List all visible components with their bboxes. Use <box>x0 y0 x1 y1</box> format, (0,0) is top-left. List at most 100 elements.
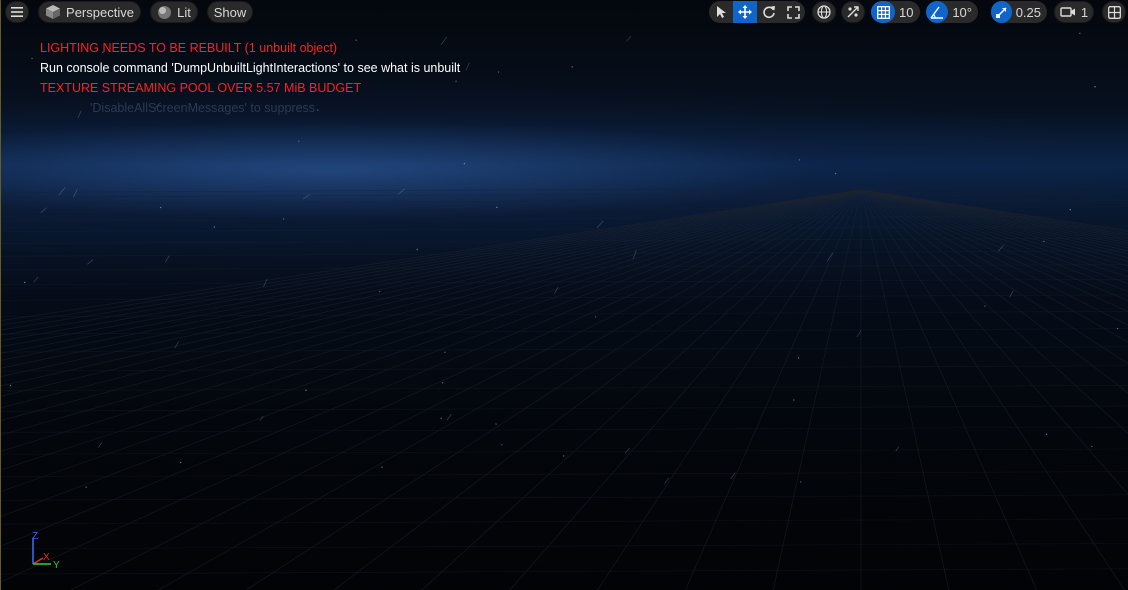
sky-star <box>298 140 300 142</box>
surface-snap-icon <box>847 6 859 18</box>
floor-grid-line <box>1 215 1128 222</box>
floor-grid-line <box>860 189 1128 246</box>
floor-grid-line <box>860 189 1128 236</box>
rotate-mode-button[interactable] <box>757 1 781 23</box>
floor-grid-line <box>1 365 1128 372</box>
sky-star <box>381 466 383 468</box>
sky-star <box>798 159 801 161</box>
floor-grid-line <box>860 189 1128 234</box>
rotation-snap-group[interactable]: 10° <box>926 1 978 23</box>
globe-icon <box>817 5 831 19</box>
scale-snap-toggle[interactable] <box>991 1 1012 23</box>
floor-grid-line <box>1 426 1128 433</box>
lighting-rebuild-warning: LIGHTING NEEDS TO BE REBUILT (1 unbuilt … <box>40 41 338 55</box>
viewport-layout-button[interactable] <box>1102 1 1126 23</box>
floor-grid-line <box>1 568 1128 575</box>
camera-speed-value: 1 <box>1080 4 1089 20</box>
floor-grid-line <box>860 189 1128 343</box>
sky-star <box>355 39 357 41</box>
surface-snapping-button[interactable] <box>841 1 865 23</box>
floor-grid-line <box>860 189 950 590</box>
floor-grid-line <box>860 189 1128 242</box>
floor-grid-line <box>1 448 1128 455</box>
floor-grid-line <box>333 189 862 590</box>
layout-icon <box>1107 5 1121 19</box>
floor-grid-line <box>860 189 1128 394</box>
camera-icon <box>1060 7 1075 17</box>
grid-snap-group[interactable]: 10 <box>871 1 920 23</box>
floor-grid-line <box>860 189 1128 292</box>
sky-star <box>501 444 503 446</box>
sky-star <box>317 109 319 111</box>
sky-star <box>793 399 795 401</box>
sky-streak <box>174 341 179 349</box>
sky-streak <box>397 189 405 195</box>
floor-grid-line <box>1 543 1128 550</box>
floor-grid-line <box>1 328 1128 335</box>
sky-star <box>1043 240 1045 243</box>
console-command-hint: Run console command 'DumpUnbuiltLightInt… <box>40 61 461 75</box>
level-viewport[interactable]: Perspective Lit Show 10 10° 0.25 1 LIGHT… <box>0 0 1128 590</box>
sky-star <box>23 281 26 284</box>
sky-streak <box>998 244 1004 252</box>
sky-star <box>440 417 442 419</box>
sky-streak <box>440 36 448 46</box>
grid-snap-value[interactable]: 10 <box>895 5 919 20</box>
scale-snap-value[interactable]: 0.25 <box>1012 5 1047 20</box>
sky-star <box>85 486 87 488</box>
select-mode-button[interactable] <box>709 1 733 23</box>
scale-snap-group[interactable]: 0.25 <box>991 1 1047 23</box>
hamburger-menu-icon <box>11 7 23 17</box>
floor-grid-line <box>1 471 1128 478</box>
sky-streak <box>58 187 66 196</box>
floor-grid-line <box>597 189 862 590</box>
sky-star <box>159 206 162 209</box>
sky-streak <box>303 194 310 200</box>
sky-streak <box>164 255 170 263</box>
grid-snap-toggle[interactable] <box>871 1 895 23</box>
floor-grid-line <box>860 189 1128 249</box>
floor-grid-line <box>860 189 1128 284</box>
sky-star <box>1094 86 1096 88</box>
transform-tools-group <box>709 1 805 23</box>
sky-streak <box>856 330 862 338</box>
viewport-menu-button[interactable] <box>5 1 29 23</box>
sky-star <box>444 351 446 354</box>
floor-grid-line <box>772 189 862 590</box>
lit-button[interactable]: Lit <box>150 1 198 23</box>
floor-grid-line <box>860 189 1128 231</box>
translate-mode-button[interactable] <box>733 1 757 23</box>
move-arrows-icon <box>738 5 752 19</box>
sky-star <box>179 461 182 464</box>
floor-grid-line <box>509 189 862 590</box>
sky-streak <box>77 110 82 118</box>
rotation-snap-toggle[interactable] <box>926 1 949 23</box>
floor-grid-line <box>860 189 1128 240</box>
sky-streak <box>624 447 631 454</box>
sky-star <box>213 226 216 228</box>
show-button[interactable]: Show <box>207 1 253 23</box>
suppress-messages-hint: 'DisableAllScreenMessages' to suppress <box>90 101 316 115</box>
coordinate-system-button[interactable] <box>812 1 836 23</box>
sky-streak <box>465 62 470 71</box>
sky-star <box>378 290 381 293</box>
floor-grid-line <box>860 189 1128 244</box>
sky-star <box>497 71 500 73</box>
sky-star <box>463 162 466 165</box>
sky-star <box>305 389 307 392</box>
sky-streak <box>33 276 39 283</box>
z-axis-label: Z <box>32 532 38 542</box>
floor-grid-line <box>1 237 1128 244</box>
sky-streak <box>626 36 632 42</box>
camera-speed-button[interactable]: 1 <box>1054 1 1094 23</box>
sky-star <box>834 172 837 175</box>
floor-grid-line <box>684 189 862 590</box>
floor-grid-line <box>860 189 1128 495</box>
scale-snap-icon <box>995 6 1007 18</box>
rotation-snap-value[interactable]: 10° <box>948 5 978 20</box>
perspective-button[interactable]: Perspective <box>38 1 141 23</box>
sky-star <box>571 66 573 68</box>
scale-mode-button[interactable] <box>781 1 805 23</box>
sky-star <box>1069 208 1072 211</box>
perspective-label: Perspective <box>66 4 134 20</box>
